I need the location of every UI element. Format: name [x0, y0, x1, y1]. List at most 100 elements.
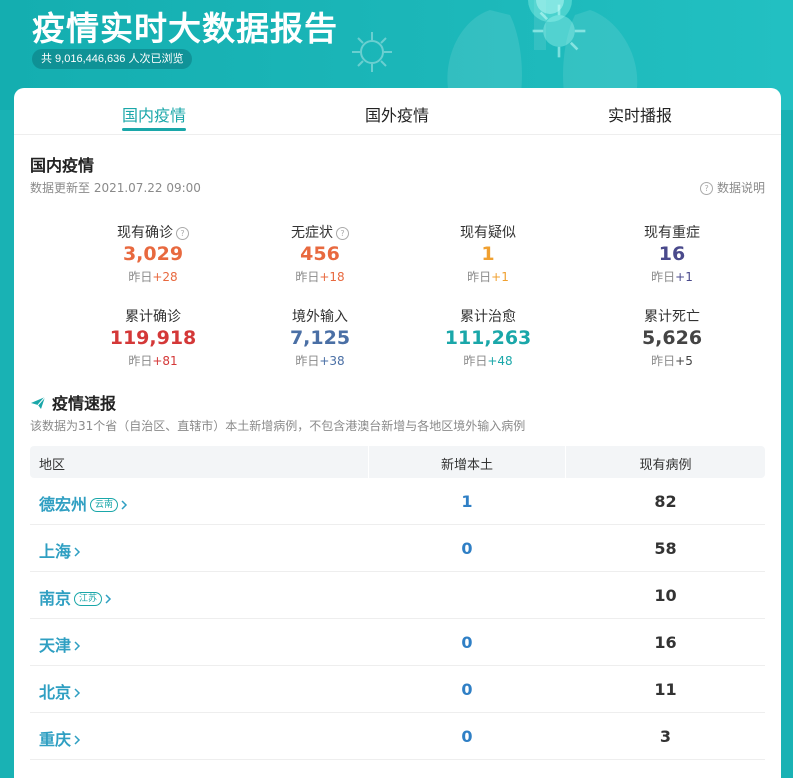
current-cases: 16: [654, 633, 677, 652]
stat-block: 累计确诊 119,918 昨日+81: [83, 306, 223, 369]
stat-value: 456: [300, 243, 340, 265]
stat-delta-prefix: 昨日: [128, 270, 153, 284]
stat-label: 无症状?: [250, 222, 390, 241]
chevron-right-icon: [121, 500, 128, 510]
flash-title: 疫情速报: [30, 390, 116, 414]
stat-label: 累计死亡: [602, 306, 742, 325]
stat-value: 7,125: [289, 327, 351, 349]
update-timestamp: 数据更新至 2021.07.22 09:00: [30, 181, 201, 195]
stat-delta-prefix: 昨日: [295, 270, 320, 284]
stat-label-text: 现有确诊: [117, 225, 173, 241]
view-count-badge: 共 9,016,446,636 人次已浏览: [32, 49, 193, 69]
tab-overseas[interactable]: 国外疫情: [365, 102, 429, 126]
province-badge: 云南: [90, 498, 119, 512]
table-body: 德宏州 云南 1 82 上海 0 58 南京 江苏 10 天津 0 16 北京 0 11 重庆 0 3: [30, 478, 765, 760]
stat-delta-value: +1: [491, 270, 509, 284]
column-header-region: 地区: [39, 458, 66, 473]
question-circle-icon[interactable]: ?: [176, 227, 189, 240]
region-link[interactable]: 北京: [39, 679, 81, 703]
main-card: 国内疫情 国外疫情 实时播报 国内疫情 数据更新至 2021.07.22 09:…: [14, 88, 781, 778]
stat-label-text: 无症状: [291, 225, 333, 241]
region-link[interactable]: 重庆: [39, 726, 81, 750]
region-table: 地区 新增本土 现有病例 德宏州 云南 1 82 上海 0 58 南京 江苏 10 天津 0 16 北京 0…: [30, 446, 765, 760]
stat-delta-value: +81: [152, 354, 178, 368]
region-link[interactable]: 上海: [39, 538, 81, 562]
section-title: 国内疫情: [30, 156, 95, 175]
virus-icon: [352, 32, 392, 72]
region-name: 重庆: [39, 730, 72, 749]
stat-label-text: 境外输入: [292, 309, 348, 325]
new-local-cases: 1: [461, 492, 473, 511]
flash-description: 该数据为31个省（自治区、直辖市）本土新增病例，不包含港澳台新增与各地区境外输入…: [30, 419, 526, 433]
stat-value: 5,626: [641, 327, 703, 349]
stat-block: 现有确诊? 3,029 昨日+28: [83, 222, 223, 285]
stat-delta: 昨日+5: [602, 352, 742, 369]
current-cases: 82: [654, 492, 677, 511]
question-circle-icon: ?: [700, 182, 714, 195]
new-local-cases: 0: [461, 727, 473, 746]
current-cases: 58: [654, 539, 677, 558]
current-cases: 10: [654, 586, 677, 605]
region-name: 天津: [39, 636, 72, 655]
new-local-cases: 0: [461, 539, 473, 558]
stat-delta-value: +48: [487, 354, 513, 368]
chevron-right-icon: [74, 641, 81, 651]
province-badge: 江苏: [74, 592, 103, 606]
flash-title-label: 疫情速报: [52, 394, 117, 413]
region-name: 北京: [39, 683, 72, 702]
stat-delta-value: +38: [319, 354, 345, 368]
virus-icon: [532, 4, 586, 58]
stat-delta: 昨日+1: [418, 268, 558, 285]
stat-block: 现有疑似 1 昨日+1: [418, 222, 558, 285]
question-circle-icon[interactable]: ?: [336, 227, 349, 240]
region-link[interactable]: 天津: [39, 632, 81, 656]
stat-value: 119,918: [109, 327, 197, 349]
active-tab-indicator: [122, 128, 186, 131]
region-link[interactable]: 南京 江苏: [39, 585, 112, 609]
column-header-current: 现有病例: [639, 458, 692, 473]
table-row[interactable]: 天津 0 16: [30, 619, 765, 666]
table-row[interactable]: 南京 江苏 10: [30, 572, 765, 619]
stat-label: 累计确诊: [83, 306, 223, 325]
stat-label: 境外输入: [250, 306, 390, 325]
stat-label-text: 现有疑似: [460, 225, 516, 241]
region-name: 德宏州: [39, 495, 88, 514]
data-note-label: 数据说明: [716, 181, 765, 195]
new-local-cases: 0: [461, 633, 473, 652]
stat-delta-prefix: 昨日: [651, 270, 676, 284]
column-header-new-local: 新增本土: [440, 458, 493, 473]
region-name: 南京: [39, 589, 72, 608]
stat-delta-value: +18: [319, 270, 345, 284]
stat-block: 现有重症 16 昨日+1: [602, 222, 742, 285]
stat-delta: 昨日+38: [250, 352, 390, 369]
tab-domestic[interactable]: 国内疫情: [122, 102, 186, 126]
current-cases: 3: [659, 727, 672, 746]
paper-plane-icon: [31, 396, 46, 409]
region-link[interactable]: 德宏州 云南: [39, 491, 128, 515]
stat-value: 3,029: [122, 243, 184, 265]
data-note-link[interactable]: ? 数据说明: [700, 179, 765, 196]
stat-delta: 昨日+48: [418, 352, 558, 369]
stat-delta-value: +28: [152, 270, 178, 284]
tab-live-feed[interactable]: 实时播报: [608, 102, 672, 126]
stat-delta-prefix: 昨日: [467, 270, 492, 284]
stat-delta-prefix: 昨日: [651, 354, 676, 368]
region-name: 上海: [39, 542, 72, 561]
stat-delta-value: +5: [675, 354, 693, 368]
stat-label-text: 累计确诊: [125, 309, 181, 325]
chevron-right-icon: [74, 547, 81, 557]
table-row[interactable]: 上海 0 58: [30, 525, 765, 572]
stat-delta: 昨日+1: [602, 268, 742, 285]
table-row[interactable]: 德宏州 云南 1 82: [30, 478, 765, 525]
table-row[interactable]: 重庆 0 3: [30, 713, 765, 760]
stat-label-text: 累计死亡: [644, 309, 700, 325]
tab-bar: 国内疫情 国外疫情 实时播报: [14, 88, 781, 135]
current-cases: 11: [654, 680, 677, 699]
chevron-right-icon: [105, 594, 112, 604]
chevron-right-icon: [74, 688, 81, 698]
table-row[interactable]: 北京 0 11: [30, 666, 765, 713]
page-title: 疫情实时大数据报告: [32, 9, 338, 48]
stat-delta-value: +1: [675, 270, 693, 284]
stat-delta-prefix: 昨日: [463, 354, 488, 368]
stat-label: 现有重症: [602, 222, 742, 241]
